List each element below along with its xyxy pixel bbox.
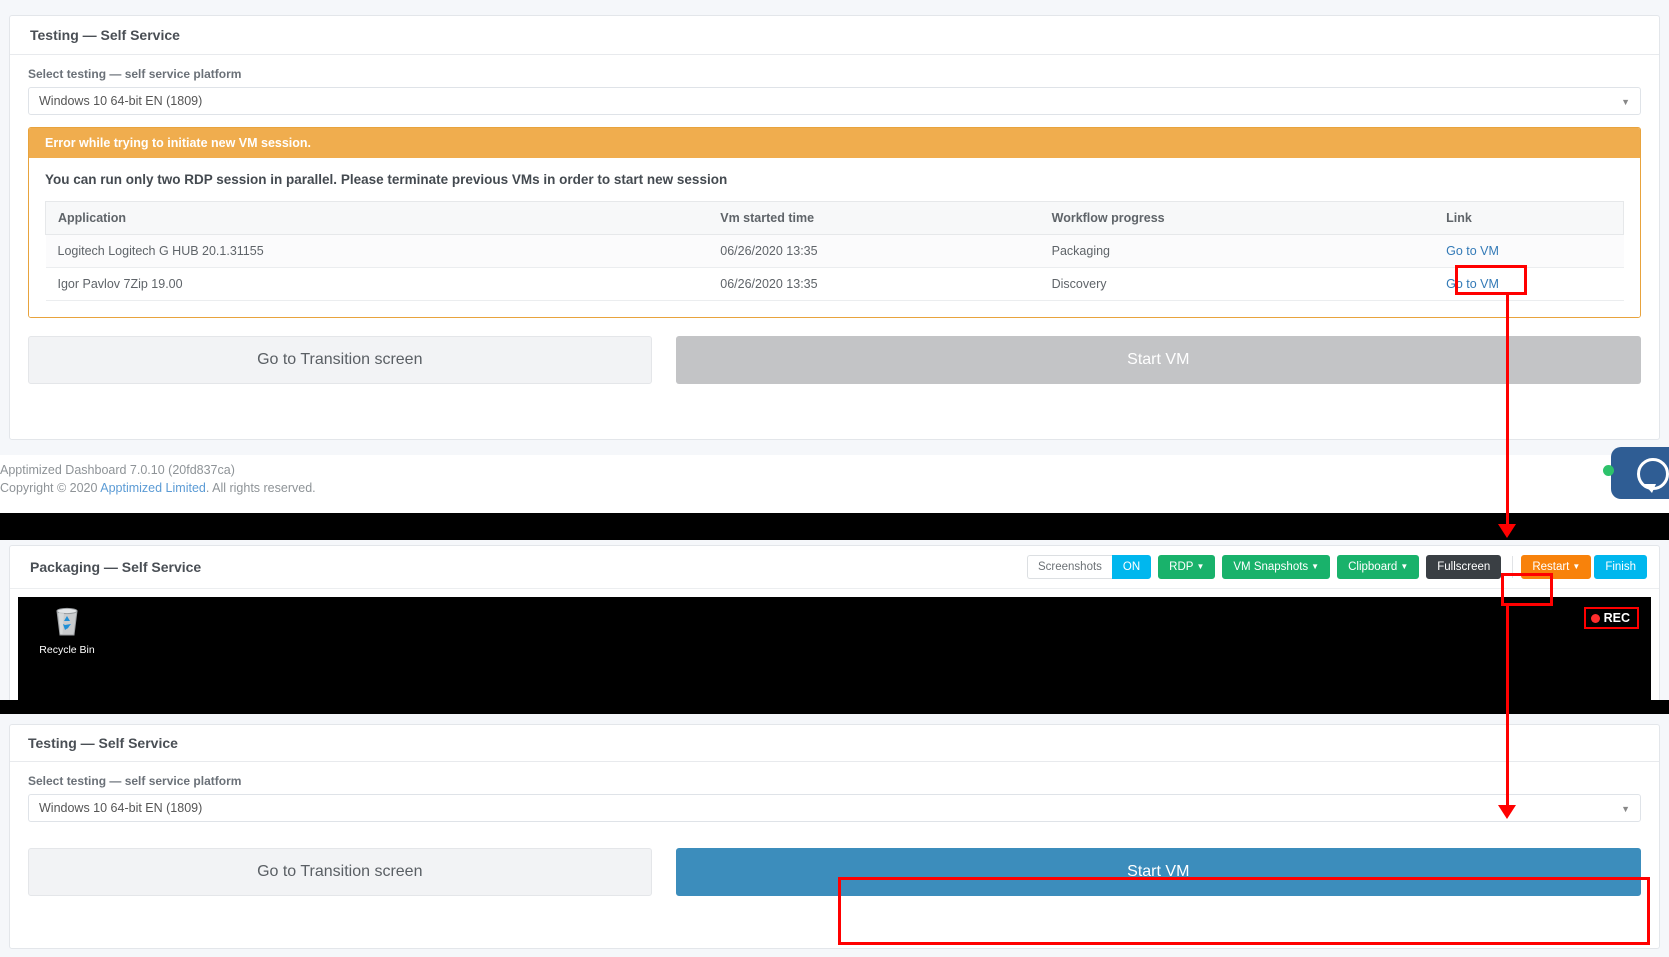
screenshots-label: Screenshots [1026,555,1112,579]
online-status-dot [1603,465,1614,476]
clipboard-label: Clipboard [1348,561,1398,573]
column-application: Application [45,201,709,235]
table-row: Logitech Logitech G HUB 20.1.31155 06/26… [45,234,1624,268]
toolbar-divider [1512,556,1514,578]
caret-down-icon: ▼ [1400,562,1409,571]
go-to-transition-screen-button[interactable]: Go to Transition screen [28,848,652,896]
screenshots-on-toggle[interactable]: ON [1111,555,1152,579]
restart-dropdown-button[interactable]: Restart ▼ [1521,555,1592,579]
recycle-bin-icon [56,607,78,636]
vm-card-header: Packaging — Self Service Screenshots ON … [10,546,1659,589]
top-button-row: Go to Transition screen Start VM [28,336,1641,384]
start-vm-button[interactable]: Start VM [675,848,1641,896]
vm-snapshots-dropdown-button[interactable]: VM Snapshots ▼ [1222,555,1331,579]
footer-version: Apptimized Dashboard 7.0.10 (20fd837ca) [0,463,235,477]
bottom-testing-section: Testing — Self Service Select testing — … [0,714,1669,957]
vm-snapshots-label: VM Snapshots [1233,561,1309,573]
vm-toolbar: Screenshots ON RDP ▼ VM Snapshots ▼ Clipbo… [1026,555,1647,579]
start-vm-button-disabled: Start VM [675,336,1641,384]
column-vm-started-time: Vm started time [708,201,1040,235]
fullscreen-button[interactable]: Fullscreen [1426,555,1502,579]
screenshots-toggle-group[interactable]: Screenshots ON [1026,555,1152,579]
caret-down-icon: ▼ [1196,562,1205,571]
cell-workflow-progress: Discovery [1039,267,1435,301]
apptimized-limited-link[interactable]: Apptimized Limited [100,481,206,495]
cell-application: Igor Pavlov 7Zip 19.00 [45,267,709,301]
rec-label: REC [1603,611,1630,625]
chevron-down-icon: ▼ [1621,804,1630,814]
page-title: Testing — Self Service [10,16,1659,55]
platform-select-value: Windows 10 64-bit EN (1809) [39,94,203,108]
recording-indicator: REC [1583,607,1639,629]
column-workflow-progress: Workflow progress [1039,201,1435,235]
copyright-suffix: . All rights reserved. [205,481,316,495]
alert-heading: Error while trying to initiate new VM se… [29,128,1640,158]
screen-divider-bottom [0,700,1669,714]
rdp-dropdown-button[interactable]: RDP ▼ [1158,555,1216,579]
platform-select-label: Select testing — self service platform [28,67,242,81]
cell-vm-started-time: 06/26/2020 13:35 [708,267,1040,301]
bottom-button-row: Go to Transition screen Start VM [28,848,1641,896]
go-to-vm-link[interactable]: Go to VM [1446,244,1499,258]
chat-bubble-inner-icon [1637,458,1669,493]
cell-link: Go to VM [1434,267,1624,301]
cell-workflow-progress: Packaging [1039,234,1435,268]
top-testing-section: Testing — Self Service Select testing — … [0,0,1669,455]
app-footer: Apptimized Dashboard 7.0.10 (20fd837ca) … [0,455,1669,513]
screen-divider-top [0,513,1669,540]
chat-widget[interactable] [1603,447,1669,503]
packaging-vm-section: Packaging — Self Service Screenshots ON … [0,540,1669,715]
bottom-page-title: Testing — Self Service [10,725,1659,762]
clipboard-dropdown-button[interactable]: Clipboard ▼ [1337,555,1420,579]
cell-vm-started-time: 06/26/2020 13:35 [708,234,1040,268]
recycle-bin-desktop-icon[interactable]: Recycle Bin [36,605,98,656]
vm-panel-title: Packaging — Self Service [30,559,202,575]
platform-select[interactable]: Windows 10 64-bit EN (1809) ▼ [28,87,1641,115]
bottom-card-body: Select testing — self service platform W… [10,762,1659,912]
testing-card-body: Select testing — self service platform W… [10,55,1659,400]
table-row: Igor Pavlov 7Zip 19.00 06/26/2020 13:35 … [45,267,1624,301]
go-to-transition-screen-button[interactable]: Go to Transition screen [28,336,652,384]
caret-down-icon: ▼ [1311,562,1320,571]
column-link: Link [1434,201,1625,235]
go-to-vm-link[interactable]: Go to VM [1446,277,1499,291]
packaging-self-service-card: Packaging — Self Service Screenshots ON … [9,545,1660,710]
cell-link: Go to VM [1434,234,1624,268]
copyright-prefix: Copyright © 2020 [0,481,101,495]
table-header-row: Application Vm started time Workflow pro… [45,201,1625,235]
vm-session-error-alert: Error while trying to initiate new VM se… [28,127,1641,318]
testing-self-service-card-bottom: Testing — Self Service Select testing — … [9,724,1660,949]
running-vm-table: Application Vm started time Workflow pro… [45,201,1625,301]
cell-application: Logitech Logitech G HUB 20.1.31155 [45,234,709,268]
rdp-label: RDP [1169,561,1194,573]
chat-bubble-icon[interactable] [1611,447,1669,499]
alert-body: You can run only two RDP session in para… [29,158,1640,317]
chevron-down-icon: ▼ [1621,97,1630,107]
finish-button[interactable]: Finish [1594,555,1647,579]
bottom-platform-select-label: Select testing — self service platform [28,774,242,788]
record-dot-icon [1590,613,1600,623]
testing-self-service-card: Testing — Self Service Select testing — … [9,15,1660,440]
footer-copyright: Copyright © 2020 Apptimized Limited. All… [0,479,1669,497]
vm-remote-desktop[interactable]: Recycle Bin REC [18,597,1651,705]
bottom-platform-select-value: Windows 10 64-bit EN (1809) [39,801,203,815]
restart-label: Restart [1532,561,1570,573]
caret-down-icon: ▼ [1572,562,1581,571]
alert-message: You can run only two RDP session in para… [45,172,728,187]
bottom-platform-select[interactable]: Windows 10 64-bit EN (1809) ▼ [28,794,1641,822]
recycle-bin-label: Recycle Bin [39,644,95,656]
